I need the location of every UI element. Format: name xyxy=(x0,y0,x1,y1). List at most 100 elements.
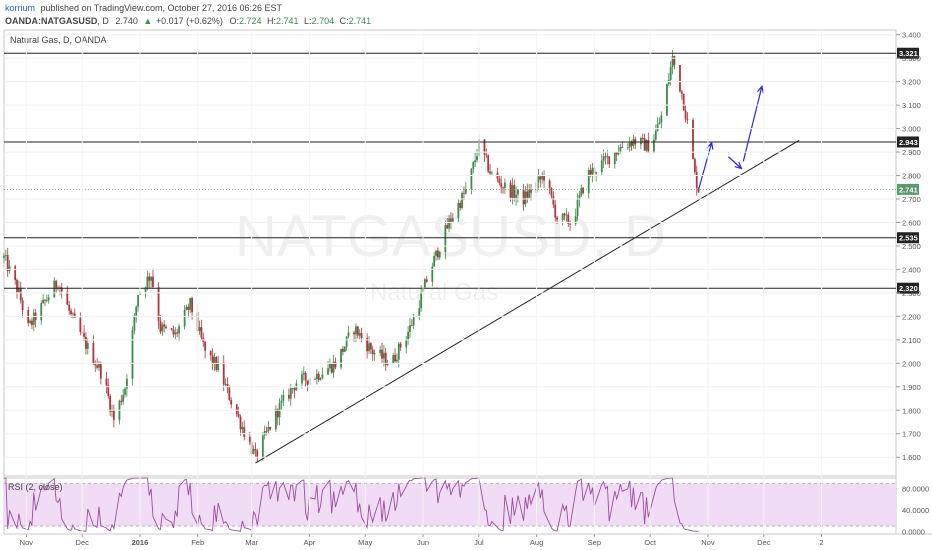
candle-body xyxy=(459,203,462,209)
candle-body xyxy=(146,276,149,288)
candle-body xyxy=(515,194,518,198)
candle-body xyxy=(626,147,629,149)
candle-body xyxy=(490,172,493,174)
candle-body xyxy=(470,168,473,189)
candle-body xyxy=(409,325,411,332)
candle-body xyxy=(94,364,97,366)
candle-body xyxy=(552,196,555,205)
x-tick-label: Nov xyxy=(701,538,715,547)
published-text: published on TradingView.com, October 27… xyxy=(41,3,283,13)
symbol[interactable]: OANDA:NATGASUSD xyxy=(5,16,98,26)
candle-body xyxy=(204,341,207,351)
candle-body xyxy=(330,363,333,373)
candle-body xyxy=(565,214,568,216)
candle-body xyxy=(438,252,441,258)
y-tick-label: 1.700 xyxy=(902,430,921,439)
y-tick-label: 3.200 xyxy=(902,78,921,87)
open-value: 2.724 xyxy=(239,16,262,26)
candle-body xyxy=(53,280,56,298)
candle-body xyxy=(55,280,58,288)
candle-body xyxy=(397,343,400,360)
candle-body xyxy=(248,436,251,443)
candle-body xyxy=(489,171,491,174)
candle-body xyxy=(379,349,382,353)
candle-body xyxy=(99,364,102,379)
candle-body xyxy=(112,410,115,420)
candle-body xyxy=(124,388,126,395)
candle-body xyxy=(241,427,244,430)
candle-body xyxy=(369,343,372,350)
candle-body xyxy=(530,189,532,193)
candle-body xyxy=(600,160,603,173)
svg-text:korrium published on Tra: korrium published on TradingView.com, Oc… xyxy=(5,3,283,13)
candle-body xyxy=(396,359,398,362)
candle-body xyxy=(274,409,277,430)
candle-body xyxy=(394,354,396,362)
candle-body xyxy=(695,172,698,188)
candle-body xyxy=(500,183,503,188)
candle-body xyxy=(152,276,154,287)
last-price-label: 2.741 xyxy=(899,185,918,194)
candle-body xyxy=(334,361,337,368)
candle-body xyxy=(522,189,525,205)
candle-body xyxy=(288,395,290,399)
candle-body xyxy=(29,320,31,323)
candle-body xyxy=(528,189,531,198)
candle-body xyxy=(14,266,17,280)
rsi-tick-label: 80.0000 xyxy=(902,485,929,494)
y-tick-label: 2.900 xyxy=(902,148,921,157)
x-tick-label: Nov xyxy=(20,538,34,547)
candle-body xyxy=(321,374,324,379)
candle-body xyxy=(436,250,439,258)
candle-body xyxy=(314,378,316,380)
candle-body xyxy=(327,368,329,375)
candle-body xyxy=(340,348,342,368)
candle-body xyxy=(524,191,527,205)
candle-body xyxy=(615,152,618,155)
candle-body xyxy=(31,320,33,325)
candle-body xyxy=(282,395,285,401)
candle-body xyxy=(554,204,557,218)
x-tick-label: Sep xyxy=(588,538,601,547)
candle-body xyxy=(176,332,179,334)
candle-body xyxy=(45,300,48,301)
candle-body xyxy=(261,435,264,458)
candle-body xyxy=(407,331,410,340)
candle-body xyxy=(410,325,413,327)
candle-body xyxy=(131,330,134,379)
y-tick-label: 1.800 xyxy=(902,406,921,415)
candle-body xyxy=(680,91,683,94)
candle-body xyxy=(239,416,242,430)
y-tick-label: 2.000 xyxy=(902,359,921,368)
candle-body xyxy=(589,169,592,175)
y-tick-label: 1.600 xyxy=(902,453,921,462)
y-tick-label: 3.400 xyxy=(902,31,921,40)
chart-header: korrium published on TradingView.com, Oc… xyxy=(5,3,371,26)
chart[interactable]: korrium published on TradingView.com, Oc… xyxy=(0,0,932,550)
candle-body xyxy=(200,327,203,338)
candle-body xyxy=(356,326,359,336)
x-tick-label: 2 xyxy=(819,538,823,547)
candle-body xyxy=(563,213,566,216)
candle-body xyxy=(399,343,402,348)
candle-body xyxy=(301,374,303,384)
candle-body xyxy=(68,304,71,311)
svg-text:OANDA:NATGASUSD, D 2.740: OANDA:NATGASUSD, D 2.740 ▲ +0.017 (+0.62… xyxy=(5,16,371,26)
rsi-legend: RSI (2, close) xyxy=(8,482,63,492)
candle-body xyxy=(98,364,100,368)
y-tick-label: 3.100 xyxy=(902,101,921,110)
change-up-icon: ▲ xyxy=(143,16,152,26)
candle-body xyxy=(669,67,672,80)
candle-body xyxy=(654,130,657,140)
candle-body xyxy=(619,147,622,153)
candle-body xyxy=(178,326,180,334)
candle-body xyxy=(405,339,408,348)
candle-body xyxy=(342,348,344,352)
candle-body xyxy=(83,333,85,337)
candle-body xyxy=(412,316,415,326)
author-link[interactable]: korrium xyxy=(5,3,35,13)
candle-body xyxy=(381,349,383,359)
candle-body xyxy=(444,225,447,253)
candle-body xyxy=(254,449,257,451)
last-value: 2.740 xyxy=(115,16,138,26)
